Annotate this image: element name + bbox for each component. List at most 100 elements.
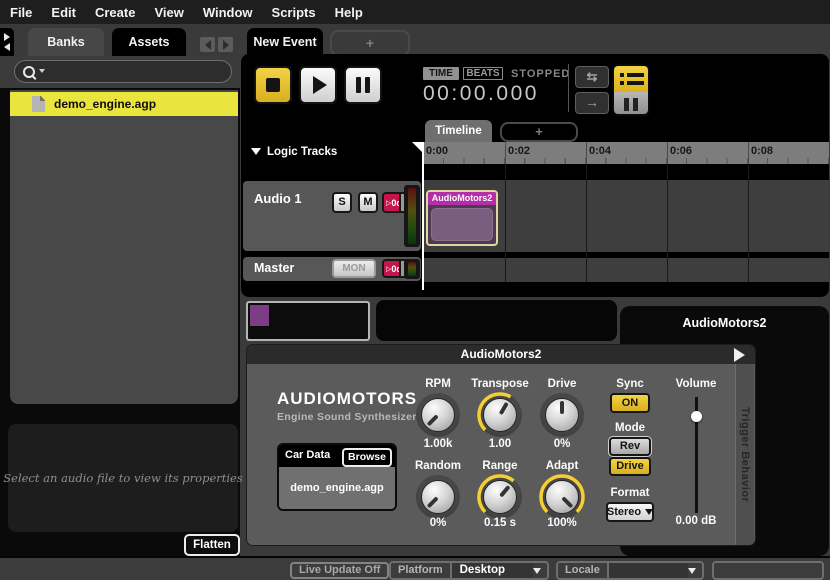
- track-name: Audio 1: [254, 191, 302, 206]
- sync-on-button[interactable]: ON: [610, 393, 650, 413]
- drive-knob[interactable]: [540, 393, 584, 437]
- live-update-button[interactable]: Live Update Off: [290, 562, 389, 579]
- menu-view[interactable]: View: [154, 5, 183, 20]
- mode-drive-button[interactable]: Drive: [609, 457, 651, 476]
- tab-nav-left-button[interactable]: [200, 37, 215, 52]
- pause-button[interactable]: [344, 66, 382, 104]
- locale-select[interactable]: Locale: [556, 561, 704, 580]
- platform-select[interactable]: Platform Desktop: [389, 561, 549, 580]
- chevron-down-icon: [533, 568, 541, 574]
- overview-lane[interactable]: [376, 300, 617, 341]
- asset-file-list: demo_engine.agp: [10, 88, 238, 404]
- transport-status: STOPPED: [511, 68, 570, 80]
- random-knob[interactable]: [416, 475, 460, 519]
- time-ruler[interactable]: 0:00 0:02 0:04 0:06 0:08: [422, 142, 829, 164]
- ruler-label: 0:02: [508, 145, 530, 157]
- add-timeline-tab-button[interactable]: +: [500, 122, 578, 142]
- volume-slider-handle[interactable]: [691, 411, 702, 422]
- browse-button[interactable]: Browse: [342, 448, 392, 467]
- mode-label: Mode: [590, 422, 670, 434]
- menu-create[interactable]: Create: [95, 5, 135, 20]
- tab-nav-right-button[interactable]: [218, 37, 233, 52]
- list-icon: [620, 73, 648, 77]
- solo-button[interactable]: S: [332, 192, 352, 213]
- menu-file[interactable]: File: [10, 5, 32, 20]
- search-input[interactable]: [14, 60, 232, 83]
- event-overview-box[interactable]: [246, 301, 370, 341]
- plugin-expand-icon[interactable]: [734, 348, 745, 362]
- menu-window[interactable]: Window: [203, 5, 253, 20]
- stop-icon: [266, 78, 280, 92]
- menu-scripts[interactable]: Scripts: [272, 5, 316, 20]
- list-view-button[interactable]: [614, 66, 648, 92]
- tab-assets[interactable]: Assets: [112, 28, 186, 56]
- locale-label: Locale: [558, 563, 609, 578]
- plugin-subtitle: Engine Sound Synthesizer: [277, 411, 417, 423]
- asset-row-selected[interactable]: demo_engine.agp: [10, 92, 238, 116]
- status-bar: Live Update Off Platform Desktop Locale: [0, 556, 830, 580]
- car-data-file-slot[interactable]: demo_engine.agp: [279, 467, 395, 509]
- jump-forward-button[interactable]: →: [575, 92, 609, 114]
- playhead-line[interactable]: [422, 142, 424, 290]
- transport-divider: [568, 64, 569, 112]
- knob-value-drive: 0%: [522, 438, 602, 450]
- adapt-knob[interactable]: [540, 475, 584, 519]
- clip-audiomotors2[interactable]: AudioMotors2: [426, 190, 498, 246]
- menu-edit[interactable]: Edit: [51, 5, 76, 20]
- transpose-knob[interactable]: [478, 393, 522, 437]
- search-filter-caret-icon[interactable]: [39, 69, 45, 73]
- level-meter: [404, 185, 420, 247]
- range-knob[interactable]: [478, 475, 522, 519]
- plugin-panel: AudioMotors2 Trigger Behavior AUDIOMOTOR…: [247, 345, 755, 545]
- menu-help[interactable]: Help: [335, 5, 363, 20]
- collapse-triangle-icon: [251, 148, 261, 155]
- master-lane[interactable]: [422, 258, 829, 282]
- ruler-label: 0:00: [426, 145, 448, 157]
- track-header-audio1: Audio 1 S M ▷0dB: [243, 181, 421, 251]
- monitor-button[interactable]: MON: [332, 259, 376, 278]
- track-header-master: Master MON ▷0dB: [243, 257, 421, 281]
- loop-icon: ⇆: [587, 69, 598, 84]
- format-label: Format: [590, 487, 670, 499]
- chevron-right-icon: [4, 33, 10, 41]
- pause-view-button[interactable]: [614, 92, 648, 116]
- level-meter: [404, 259, 420, 279]
- inspector-title: AudioMotors2: [620, 306, 829, 330]
- mute-button[interactable]: M: [358, 192, 378, 213]
- arrow-right-icon: →: [585, 94, 599, 110]
- menu-bar: File Edit Create View Window Scripts Hel…: [0, 0, 830, 24]
- logic-tracks-header[interactable]: Logic Tracks: [251, 146, 337, 158]
- properties-empty-message: Select an audio file to view its propert…: [3, 471, 242, 485]
- flatten-button[interactable]: Flatten: [184, 534, 240, 556]
- beats-mode-toggle[interactable]: BEATS: [463, 67, 503, 80]
- stop-button[interactable]: [254, 66, 292, 104]
- tab-banks[interactable]: Banks: [28, 28, 104, 56]
- arrow-left-icon: [205, 40, 211, 50]
- file-icon: [32, 96, 45, 112]
- view-mode-group: [612, 64, 650, 116]
- extra-select[interactable]: [712, 561, 824, 580]
- panel-collapse-handle[interactable]: [0, 28, 14, 56]
- ruler-label: 0:04: [589, 145, 611, 157]
- car-data-panel: Car Data Browse demo_engine.agp: [277, 443, 397, 511]
- mode-rev-button[interactable]: Rev: [609, 437, 651, 456]
- format-select[interactable]: Stereo: [606, 502, 654, 522]
- transport-clock: 00:00.000: [423, 82, 539, 106]
- track-name: Master: [254, 261, 294, 275]
- properties-panel: Select an audio file to view its propert…: [8, 424, 238, 532]
- ruler-label: 0:06: [670, 145, 692, 157]
- volume-label: Volume: [656, 378, 736, 390]
- trigger-behavior-tab[interactable]: Trigger Behavior: [735, 364, 754, 545]
- time-mode-toggle[interactable]: TIME: [423, 67, 459, 80]
- chevron-down-icon: [688, 568, 696, 574]
- knob-value-adapt: 100%: [522, 517, 602, 529]
- assets-panel: demo_engine.agp Select an audio file to …: [0, 56, 240, 556]
- search-zone: [0, 56, 240, 88]
- loop-button[interactable]: ⇆: [575, 66, 609, 88]
- tab-timeline[interactable]: Timeline: [425, 120, 492, 142]
- plugin-title-bar[interactable]: AudioMotors2: [247, 345, 755, 364]
- tab-new-event[interactable]: New Event: [247, 28, 323, 56]
- play-button[interactable]: [299, 66, 337, 104]
- rpm-knob[interactable]: [416, 393, 460, 437]
- add-event-tab-button[interactable]: +: [330, 30, 410, 56]
